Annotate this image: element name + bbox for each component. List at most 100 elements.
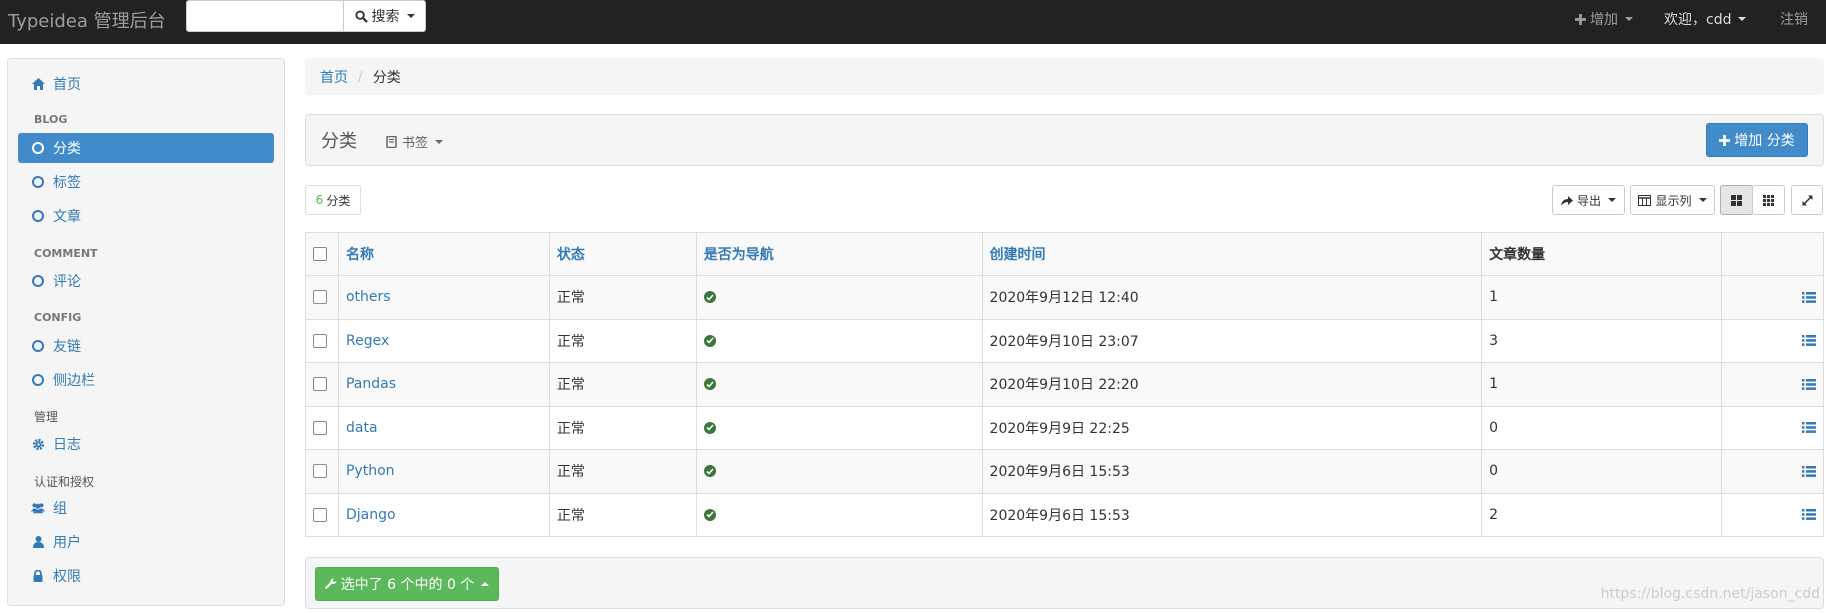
name-cell: Python	[337, 449, 550, 494]
sidebar: 首页 BLOG 分类 标签 文章 COMMENT 评论 CONFIG 友链 侧边…	[7, 58, 285, 606]
sidebar-item-label: 分类	[53, 141, 81, 157]
columns-label: 显示列	[1655, 193, 1692, 208]
category-name-link[interactable]: Django	[346, 507, 396, 523]
chevron-down-icon	[406, 14, 415, 18]
circle-icon	[31, 339, 45, 353]
circle-icon	[31, 175, 45, 189]
result-count-label: 分类	[326, 193, 351, 208]
sidebar-item-sidebar[interactable]: 侧边栏	[18, 365, 274, 395]
sidebar-item-category[interactable]: 分类	[18, 133, 274, 163]
sidebar-item-post[interactable]: 文章	[18, 201, 274, 231]
category-name-link[interactable]: data	[346, 420, 378, 436]
sidebar-item-link[interactable]: 友链	[18, 331, 274, 361]
category-name-link[interactable]: Pandas	[346, 376, 396, 392]
user-dropdown[interactable]: 欢迎，cdd	[1664, 9, 1747, 29]
add-category-button[interactable]: 增加 分类	[1706, 123, 1808, 157]
row-select-cell	[305, 449, 339, 494]
row-checkbox[interactable]	[313, 464, 327, 479]
users-icon	[31, 501, 45, 515]
category-name-link[interactable]: Python	[346, 463, 395, 479]
sidebar-item-group[interactable]: 组	[18, 493, 274, 523]
check-circle-icon	[703, 421, 716, 434]
status-cell: 正常	[548, 275, 697, 320]
search-input[interactable]	[186, 0, 344, 32]
sidebar-item-label: 文章	[53, 209, 81, 225]
breadcrumb-home[interactable]: 首页	[320, 67, 348, 87]
sidebar-item-permission[interactable]: 权限	[18, 561, 274, 591]
columns-button[interactable]: 显示列	[1630, 185, 1715, 215]
chevron-up-icon	[481, 582, 490, 586]
category-table: 名称 状态 是否为导航 创建时间 文章数量 others 正常 2020年9月12日…	[305, 232, 1824, 537]
row-checkbox[interactable]	[313, 333, 327, 348]
table-row: data 正常 2020年9月9日 22:25 0	[305, 405, 1824, 450]
circle-icon	[31, 141, 45, 155]
row-action-cell	[1721, 449, 1824, 494]
logout-link[interactable]: 注销	[1780, 9, 1808, 29]
sidebar-item-label: 首页	[53, 77, 81, 93]
category-name-link[interactable]: others	[346, 289, 391, 305]
plus-icon	[1719, 134, 1731, 146]
chevron-down-icon	[435, 139, 444, 144]
row-checkbox[interactable]	[313, 377, 327, 392]
sidebar-item-tag[interactable]: 标签	[18, 167, 274, 197]
welcome-label: 欢迎，cdd	[1664, 12, 1732, 28]
add-dropdown-label: 增加	[1590, 12, 1618, 28]
list-icon[interactable]	[1802, 378, 1816, 390]
export-button[interactable]: 导出	[1552, 185, 1625, 215]
list-icon[interactable]	[1802, 335, 1816, 347]
row-checkbox[interactable]	[313, 290, 327, 305]
result-count: 6 分类	[305, 185, 361, 215]
post-count-cell: 2	[1481, 492, 1722, 537]
search-button[interactable]: 搜索	[343, 0, 426, 32]
row-action-cell	[1721, 405, 1824, 450]
column-header-is-nav[interactable]: 是否为导航	[695, 232, 983, 276]
result-count-number: 6	[315, 193, 324, 207]
post-count-cell: 3	[1481, 318, 1722, 363]
check-circle-icon	[703, 465, 716, 478]
column-header-created[interactable]: 创建时间	[981, 232, 1483, 276]
is-nav-cell	[695, 318, 983, 363]
category-name-link[interactable]: Regex	[346, 333, 389, 349]
sidebar-item-user[interactable]: 用户	[18, 527, 274, 557]
sidebar-item-label: 标签	[53, 175, 81, 191]
sidebar-item-home[interactable]: 首页	[18, 69, 274, 99]
fullscreen-button[interactable]	[1791, 185, 1823, 215]
sidebar-item-label: 评论	[53, 274, 81, 290]
bookmark-dropdown[interactable]: 书签	[386, 132, 444, 151]
lock-icon	[31, 569, 45, 583]
list-icon[interactable]	[1802, 465, 1816, 477]
sidebar-section-comment: COMMENT	[34, 247, 98, 260]
search-button-label: 搜索	[371, 9, 400, 25]
row-checkbox[interactable]	[313, 420, 327, 435]
column-header-name[interactable]: 名称	[337, 232, 550, 276]
bulk-actions-button[interactable]: 选中了 6 个中的 0 个	[315, 567, 499, 601]
grid-small-view-button[interactable]	[1752, 185, 1785, 215]
status-cell: 正常	[548, 492, 697, 537]
chevron-down-icon	[1608, 198, 1616, 202]
add-dropdown[interactable]: 增加	[1575, 9, 1633, 29]
select-all-checkbox[interactable]	[313, 247, 327, 261]
wrench-icon	[324, 578, 337, 589]
expand-icon	[1802, 195, 1812, 205]
sidebar-item-log[interactable]: 日志	[18, 429, 274, 459]
plus-icon	[1575, 13, 1586, 25]
grid-large-view-button[interactable]	[1720, 185, 1753, 215]
name-cell: others	[337, 275, 550, 320]
user-icon	[31, 535, 45, 549]
name-cell: Django	[337, 492, 550, 537]
search-icon	[354, 9, 368, 23]
table-row: Regex 正常 2020年9月10日 23:07 3	[305, 318, 1824, 363]
list-icon[interactable]	[1802, 291, 1816, 303]
column-header-status[interactable]: 状态	[548, 232, 697, 276]
chevron-down-icon	[1738, 17, 1747, 21]
columns-icon	[1638, 194, 1652, 206]
row-checkbox[interactable]	[313, 507, 327, 522]
app-brand[interactable]: Typeidea 管理后台	[8, 7, 166, 33]
row-select-cell	[305, 492, 339, 537]
list-icon[interactable]	[1802, 509, 1816, 521]
bulk-actions-label: 选中了 6 个中的 0 个	[340, 577, 475, 593]
sidebar-item-comment[interactable]: 评论	[18, 266, 274, 296]
row-select-cell	[305, 318, 339, 363]
list-icon[interactable]	[1802, 422, 1816, 434]
sidebar-item-label: 用户	[53, 535, 81, 551]
